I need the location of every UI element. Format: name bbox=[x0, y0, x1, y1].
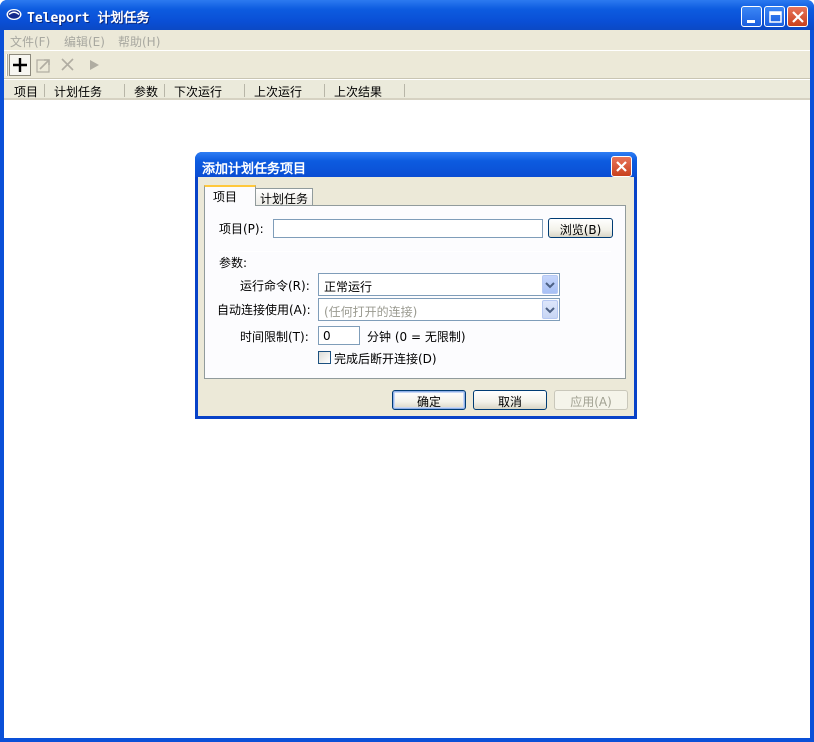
column-next-run[interactable]: 下次运行 bbox=[174, 80, 222, 100]
dialog-body: 项目 计划任务 项目(P): 浏览(B) 参数: 运行命令(R): 正常运行 自… bbox=[198, 177, 634, 416]
minimize-button[interactable] bbox=[741, 6, 762, 27]
column-separator[interactable] bbox=[324, 84, 325, 97]
time-limit-label: 时间限制(T): bbox=[240, 330, 309, 344]
menu-help[interactable]: 帮助(H) bbox=[118, 33, 160, 50]
run-icon bbox=[90, 60, 99, 70]
column-separator[interactable] bbox=[124, 84, 125, 97]
menu-edit[interactable]: 编辑(E) bbox=[64, 33, 105, 50]
tab-panel: 项目(P): 浏览(B) 参数: 运行命令(R): 正常运行 自动连接使用(A)… bbox=[204, 205, 626, 379]
column-schedule[interactable]: 计划任务 bbox=[54, 80, 102, 100]
chevron-down-icon[interactable] bbox=[542, 275, 558, 294]
column-separator[interactable] bbox=[164, 84, 165, 97]
delete-icon bbox=[61, 58, 74, 71]
browse-button[interactable]: 浏览(B) bbox=[548, 218, 613, 238]
maximize-button[interactable] bbox=[764, 6, 785, 27]
add-task-button[interactable] bbox=[9, 54, 31, 76]
run-task-button[interactable] bbox=[83, 54, 105, 76]
dialog-title: 添加计划任务项目 bbox=[202, 162, 307, 177]
title-bar[interactable]: Teleport 计划任务 bbox=[0, 0, 814, 30]
column-params[interactable]: 参数 bbox=[134, 80, 158, 100]
close-button[interactable] bbox=[787, 6, 808, 27]
tab-item[interactable]: 项目 bbox=[204, 185, 256, 206]
run-command-label: 运行命令(R): bbox=[240, 279, 310, 293]
time-limit-input[interactable]: 0 bbox=[318, 326, 360, 345]
run-command-select[interactable]: 正常运行 bbox=[318, 273, 560, 296]
column-separator[interactable] bbox=[44, 84, 45, 97]
cancel-button[interactable]: 取消 bbox=[473, 390, 547, 410]
column-last-result[interactable]: 上次结果 bbox=[334, 80, 382, 100]
auto-connect-label: 自动连接使用(A): bbox=[217, 303, 311, 317]
dialog-title-bar[interactable]: 添加计划任务项目 bbox=[195, 152, 637, 177]
item-label: 项目(P): bbox=[219, 222, 264, 236]
time-unit-label: 分钟 (0 = 无限制) bbox=[367, 330, 466, 344]
toolbar bbox=[4, 50, 810, 79]
item-path-input[interactable] bbox=[273, 219, 543, 238]
plus-icon bbox=[13, 58, 27, 72]
dialog-close-button[interactable] bbox=[611, 156, 632, 177]
minimize-icon bbox=[747, 20, 755, 23]
column-last-run[interactable]: 上次运行 bbox=[254, 80, 302, 100]
disconnect-checkbox[interactable] bbox=[318, 351, 331, 364]
toolbar-grip[interactable] bbox=[6, 54, 8, 76]
menu-file[interactable]: 文件(F) bbox=[10, 33, 50, 50]
ok-button[interactable]: 确定 bbox=[392, 390, 466, 410]
add-task-dialog: 添加计划任务项目 项目 计划任务 项目(P): 浏览(B) 参数: 运行命令(R… bbox=[195, 152, 637, 419]
close-icon bbox=[616, 161, 627, 172]
params-label: 参数: bbox=[219, 256, 248, 270]
tab-schedule[interactable]: 计划任务 bbox=[255, 188, 313, 206]
apply-button[interactable]: 应用(A) bbox=[554, 390, 628, 410]
teleport-icon bbox=[6, 9, 22, 20]
delete-task-button[interactable] bbox=[57, 54, 79, 76]
disconnect-label[interactable]: 完成后断开连接(D) bbox=[334, 350, 437, 367]
window-title: Teleport 计划任务 bbox=[27, 11, 150, 26]
chevron-down-icon[interactable] bbox=[542, 300, 558, 319]
run-command-value: 正常运行 bbox=[324, 280, 373, 294]
divider bbox=[219, 251, 611, 252]
maximize-icon bbox=[769, 11, 782, 23]
close-icon bbox=[792, 11, 804, 23]
edit-icon bbox=[36, 59, 50, 73]
menu-bar: 文件(F) 编辑(E) 帮助(H) bbox=[4, 30, 810, 50]
edit-task-button[interactable] bbox=[33, 54, 55, 76]
column-item[interactable]: 项目 bbox=[14, 80, 38, 100]
auto-connect-value: (任何打开的连接) bbox=[324, 305, 418, 319]
column-separator[interactable] bbox=[244, 84, 245, 97]
list-header: 项目 计划任务 参数 下次运行 上次运行 上次结果 bbox=[4, 80, 810, 100]
auto-connect-select[interactable]: (任何打开的连接) bbox=[318, 298, 560, 321]
column-separator[interactable] bbox=[404, 84, 405, 97]
